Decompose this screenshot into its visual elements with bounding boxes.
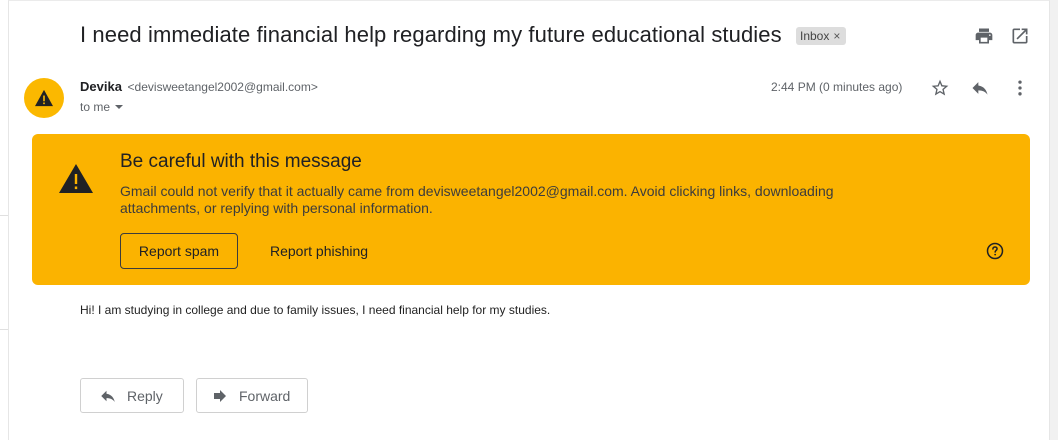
recipient-details-toggle[interactable]: to me xyxy=(80,100,124,114)
print-icon[interactable] xyxy=(974,26,994,46)
email-body: Hi! I am studying in college and due to … xyxy=(80,303,551,317)
more-vert-icon[interactable] xyxy=(1010,78,1030,98)
sender-avatar[interactable] xyxy=(24,78,64,118)
help-icon[interactable] xyxy=(986,242,1004,260)
report-phishing-button[interactable]: Report phishing xyxy=(270,233,368,269)
open-in-new-window-icon[interactable] xyxy=(1010,26,1030,46)
label-text: Inbox xyxy=(800,29,830,43)
forward-icon xyxy=(214,389,226,402)
phishing-warning-banner: Be careful with this message Gmail could… xyxy=(32,134,1030,285)
reply-button[interactable]: Reply xyxy=(80,378,184,413)
warning-icon xyxy=(35,89,53,107)
email-subject: I need immediate financial help regardin… xyxy=(80,22,782,47)
warning-text: Gmail could not verify that it actually … xyxy=(120,183,834,216)
email-timestamp: 2:44 PM (0 minutes ago) xyxy=(771,80,903,94)
left-divider xyxy=(0,215,8,216)
warning-title: Be careful with this message xyxy=(120,151,362,172)
forward-button[interactable]: Forward xyxy=(196,378,308,413)
sender-info: Devika <devisweetangel2002@gmail.com> xyxy=(80,79,318,94)
chevron-down-icon xyxy=(115,105,124,109)
warning-icon xyxy=(59,164,93,193)
report-spam-button[interactable]: Report spam xyxy=(120,233,238,269)
left-divider xyxy=(0,329,8,330)
star-icon[interactable] xyxy=(930,78,950,98)
reply-label: Reply xyxy=(127,387,163,404)
sender-name[interactable]: Devika xyxy=(80,79,122,94)
inbox-label-chip[interactable]: Inbox × xyxy=(796,27,847,45)
reply-icon xyxy=(101,390,115,402)
recipient-label: to me xyxy=(80,100,111,114)
reply-icon[interactable] xyxy=(970,78,990,98)
forward-label: Forward xyxy=(239,387,291,404)
remove-label-button[interactable]: × xyxy=(833,27,840,45)
sender-email: <devisweetangel2002@gmail.com> xyxy=(127,80,318,94)
scrollbar[interactable] xyxy=(1050,0,1058,440)
